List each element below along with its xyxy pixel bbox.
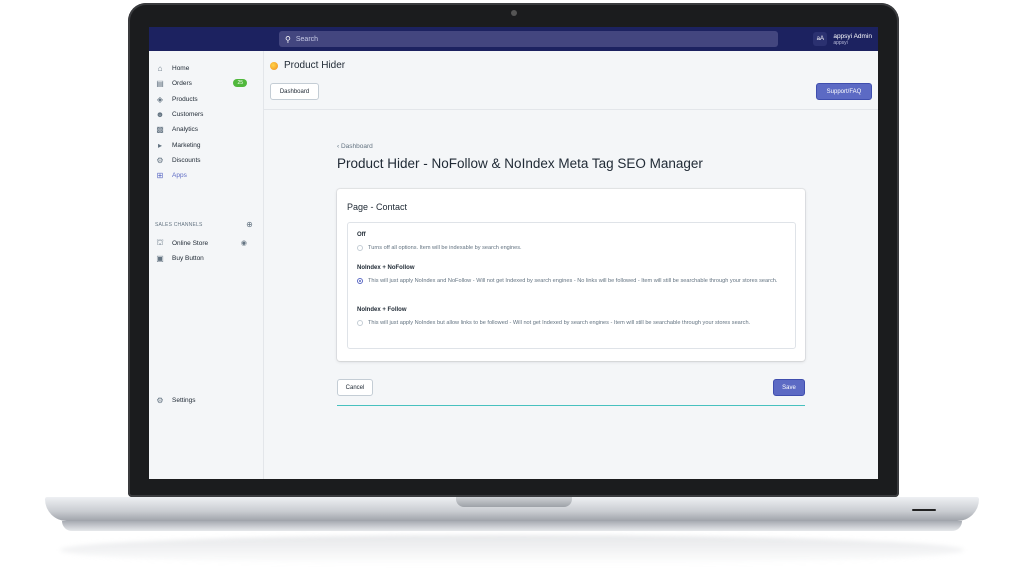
store-icon: ⛫	[156, 238, 164, 247]
eye-icon[interactable]: ◉	[241, 239, 247, 247]
radio-noindex-follow[interactable]	[357, 320, 363, 326]
option-label-off: Off	[357, 232, 366, 238]
laptop-base-bottom	[62, 521, 962, 531]
header-divider	[264, 109, 878, 110]
tag-icon: ◈	[156, 94, 164, 104]
top-bar: ⚲ Search aA appsyi Admin appsyi	[149, 27, 878, 51]
sidebar-item-orders[interactable]: ▤ Orders 25	[155, 76, 257, 90]
sidebar-item-label: Buy Button	[172, 254, 204, 262]
chevron-left-icon: ‹	[337, 143, 340, 150]
sidebar-item-home[interactable]: ⌂ Home	[155, 61, 257, 75]
webcam	[511, 10, 517, 16]
sidebar-item-label: Customers	[172, 110, 204, 118]
sidebar-item-online-store[interactable]: ⛫ Online Store ◉	[155, 236, 257, 250]
footer-divider	[337, 405, 805, 406]
apps-icon: ⊞	[156, 170, 164, 180]
discount-icon: ⚙	[156, 155, 164, 165]
option-off[interactable]: Turns off all options. Item will be inde…	[357, 244, 787, 253]
option-desc: Turns off all options. Item will be inde…	[368, 245, 522, 251]
megaphone-icon: ▸	[157, 140, 162, 150]
buy-button-icon: ▣	[156, 253, 164, 263]
radio-off[interactable]	[357, 245, 363, 251]
sidebar-item-settings[interactable]: ⚙ Settings	[155, 393, 257, 407]
sidebar: ⌂ Home ▤ Orders 25 ◈ Products ☻ Customer…	[149, 51, 264, 479]
app-title: Product Hider	[270, 60, 345, 71]
gear-icon: ⚙	[156, 395, 164, 405]
laptop-led	[912, 509, 936, 511]
sidebar-item-discounts[interactable]: ⚙ Discounts	[155, 153, 257, 167]
screen: ⚲ Search aA appsyi Admin appsyi ⌂ Home ▤…	[149, 27, 878, 479]
option-noindex-nofollow[interactable]: This will just apply NoIndex and NoFollo…	[357, 277, 787, 286]
sidebar-item-label: Marketing	[172, 141, 201, 149]
user-menu[interactable]: aA appsyi Admin appsyi	[813, 30, 872, 48]
sidebar-item-label: Apps	[172, 171, 187, 179]
sidebar-item-apps[interactable]: ⊞ Apps	[155, 168, 257, 182]
sidebar-item-label: Online Store	[172, 239, 209, 247]
save-button[interactable]: Save	[773, 379, 805, 396]
sidebar-item-buy-button[interactable]: ▣ Buy Button	[155, 251, 257, 265]
orders-icon: ▤	[156, 78, 164, 88]
orders-count-badge: 25	[233, 79, 247, 87]
sidebar-item-label: Orders	[172, 79, 192, 87]
bar-chart-icon: ▩	[156, 124, 164, 134]
laptop-reflection	[60, 535, 964, 565]
laptop-notch	[456, 497, 572, 507]
user-store: appsyi	[833, 39, 848, 46]
sidebar-item-products[interactable]: ◈ Products	[155, 92, 257, 106]
options-box: Off Turns off all options. Item will be …	[347, 222, 796, 349]
dashboard-button[interactable]: Dashboard	[270, 83, 319, 100]
breadcrumb-link[interactable]: Dashboard	[341, 143, 373, 150]
app-title-text: Product Hider	[284, 60, 346, 71]
sales-channels-label: SALES CHANNELS	[155, 221, 203, 228]
home-icon: ⌂	[157, 63, 163, 73]
user-name: appsyi Admin	[833, 32, 872, 40]
sales-channels-heading: SALES CHANNELS ⊕	[155, 220, 253, 229]
person-icon: ☻	[155, 109, 165, 119]
sidebar-item-label: Home	[172, 64, 190, 72]
breadcrumb[interactable]: ‹ Dashboard	[337, 143, 373, 150]
search-input[interactable]: ⚲ Search	[279, 31, 778, 47]
sidebar-item-analytics[interactable]: ▩ Analytics	[155, 122, 257, 136]
app-logo-icon	[270, 61, 278, 70]
avatar: aA	[813, 32, 828, 46]
card-title: Page - Contact	[347, 202, 408, 212]
search-icon: ⚲	[285, 34, 291, 44]
main-content: Product Hider Dashboard Support/FAQ ‹ Da…	[264, 51, 878, 479]
option-label-noindex-nofollow: NoIndex + NoFollow	[357, 265, 415, 271]
search-placeholder: Search	[295, 35, 319, 43]
sidebar-item-marketing[interactable]: ▸ Marketing	[155, 138, 257, 152]
sidebar-item-label: Products	[172, 95, 198, 103]
settings-card: Page - Contact Off Turns off all options…	[337, 189, 805, 361]
sidebar-item-label: Discounts	[172, 156, 201, 164]
option-desc: This will just apply NoIndex and NoFollo…	[368, 278, 778, 284]
option-desc: This will just apply NoIndex but allow l…	[368, 320, 751, 326]
page-title: Product Hider - NoFollow & NoIndex Meta …	[337, 156, 703, 171]
support-faq-button[interactable]: Support/FAQ	[816, 83, 872, 100]
sidebar-item-label: Settings	[172, 396, 196, 404]
cancel-button[interactable]: Cancel	[337, 379, 373, 396]
option-label-noindex-follow: NoIndex + Follow	[357, 307, 407, 313]
add-channel-icon[interactable]: ⊕	[246, 220, 253, 229]
option-noindex-follow[interactable]: This will just apply NoIndex but allow l…	[357, 319, 787, 328]
sidebar-item-label: Analytics	[172, 125, 199, 133]
radio-noindex-nofollow[interactable]	[357, 278, 363, 284]
sidebar-item-customers[interactable]: ☻ Customers	[155, 107, 257, 121]
